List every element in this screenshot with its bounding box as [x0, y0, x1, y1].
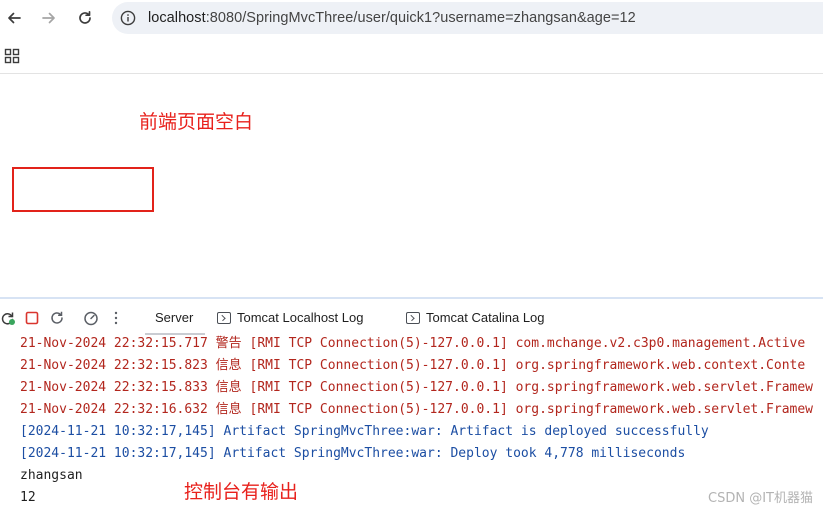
stop-icon[interactable]	[24, 310, 40, 326]
profiler-gauge-icon[interactable]	[83, 310, 99, 326]
log-line: [2024-11-21 10:32:17,145] Artifact Sprin…	[20, 424, 709, 439]
site-info-icon[interactable]	[120, 10, 136, 26]
log-line: [2024-11-21 10:32:17,145] Artifact Sprin…	[20, 446, 686, 461]
more-options-icon[interactable]	[108, 310, 124, 326]
back-button[interactable]	[2, 6, 26, 30]
reload-button[interactable]	[73, 6, 97, 30]
watermark: CSDN @IT机器猫	[708, 491, 813, 506]
reload-icon	[79, 10, 91, 24]
address-bar[interactable]: localhost:8080/SpringMvcThree/user/quick…	[112, 2, 823, 34]
console-output[interactable]: 21-Nov-2024 22:32:15.717 警告 [RMI TCP Con…	[0, 335, 823, 514]
annotation-page-blank: 前端页面空白	[139, 111, 254, 133]
browser-toolbar: localhost:8080/SpringMvcThree/user/quick…	[0, 0, 823, 36]
tab-server[interactable]: Server	[155, 310, 193, 325]
annotation-console-output: 控制台有输出	[184, 481, 299, 503]
output-line-age: 12	[20, 490, 36, 505]
log-console-icon	[406, 312, 420, 324]
back-arrow-icon	[8, 12, 21, 24]
tab-tomcat-catalina-log[interactable]: Tomcat Catalina Log	[426, 310, 545, 325]
forward-arrow-icon	[42, 12, 55, 24]
refresh-icon[interactable]	[49, 310, 65, 326]
services-toolbar: Server Tomcat Localhost Log Tomcat Catal…	[0, 299, 823, 335]
log-line: 21-Nov-2024 22:32:15.833 信息 [RMI TCP Con…	[20, 380, 814, 395]
url-text[interactable]: localhost:8080/SpringMvcThree/user/quick…	[148, 10, 636, 26]
forward-button[interactable]	[37, 6, 61, 30]
url-path: :8080/SpringMvcThree/user/quick1?usernam…	[205, 10, 636, 26]
bookmarks-bar	[0, 38, 823, 74]
apps-grid-icon[interactable]	[4, 48, 20, 64]
tab-tomcat-localhost-log[interactable]: Tomcat Localhost Log	[237, 310, 363, 325]
output-line-username: zhangsan	[20, 468, 83, 483]
highlight-box-output	[12, 167, 154, 212]
log-console-icon	[217, 312, 231, 324]
url-host: localhost	[148, 10, 206, 26]
log-line: 21-Nov-2024 22:32:15.823 信息 [RMI TCP Con…	[20, 358, 806, 373]
rerun-icon[interactable]	[0, 310, 16, 326]
ide-services-panel: Server Tomcat Localhost Log Tomcat Catal…	[0, 299, 823, 514]
log-line: 21-Nov-2024 22:32:16.632 信息 [RMI TCP Con…	[20, 402, 814, 417]
log-line: 21-Nov-2024 22:32:15.717 警告 [RMI TCP Con…	[20, 336, 806, 351]
